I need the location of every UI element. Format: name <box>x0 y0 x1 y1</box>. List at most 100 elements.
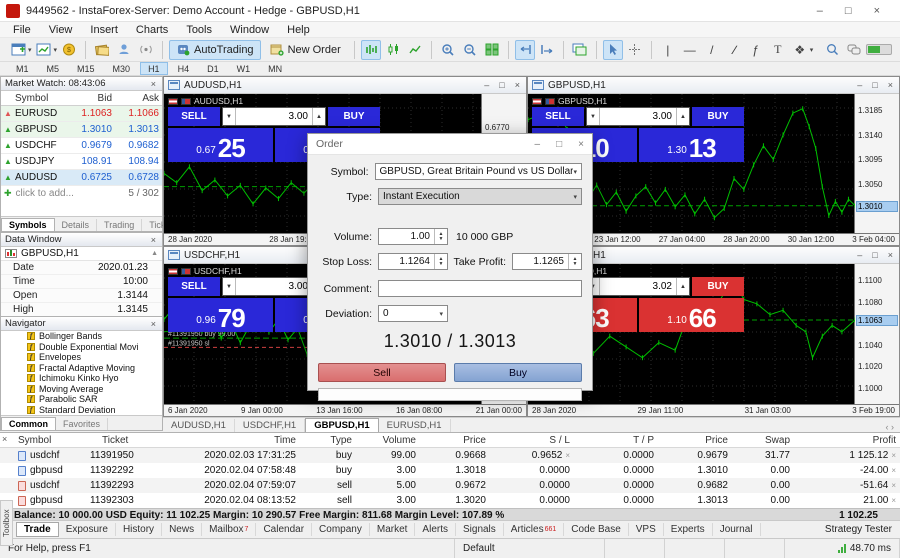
toolbox-vertical-tab[interactable]: Toolbox <box>0 500 13 546</box>
auto-scroll-icon[interactable] <box>515 40 535 60</box>
close-position-icon[interactable]: × <box>891 451 896 460</box>
market-watch-tab-details[interactable]: Details <box>55 219 98 231</box>
volume-decrease-icon[interactable]: ▼ <box>223 278 236 295</box>
new-chart-dropdown-icon[interactable]: ▾ <box>28 46 32 54</box>
menu-file[interactable]: File <box>4 24 40 36</box>
one-click-buy-button[interactable]: BUY <box>692 277 744 296</box>
navigator-item[interactable]: fStandard Deviation <box>1 405 162 416</box>
market-watch-close-icon[interactable]: × <box>149 79 158 89</box>
chart-close-button[interactable]: × <box>888 250 893 260</box>
timeframe-h1[interactable]: H1 <box>140 62 168 75</box>
navigator-item[interactable]: fIchimoku Kinko Hyo <box>1 373 162 384</box>
line-chart-mode-icon[interactable] <box>405 40 425 60</box>
chart-tab-usdchf[interactable]: USDCHF,H1 <box>235 419 305 432</box>
deviation-select[interactable]: 0 ▾ <box>378 305 448 322</box>
market-watch-tab-symbols[interactable]: Symbols <box>1 218 55 231</box>
chart-close-button[interactable]: × <box>515 80 520 90</box>
data-window-header[interactable]: Data Window × <box>1 233 162 247</box>
position-row-11391950[interactable]: usdchf113919502020.02.03 17:31:25buy99.0… <box>0 448 900 463</box>
market-books-icon[interactable] <box>92 40 112 60</box>
shapes-tool-icon[interactable]: ❖ <box>790 40 810 60</box>
navigator-item[interactable]: fDouble Exponential Movi <box>1 342 162 353</box>
status-profile[interactable]: Default <box>455 539 605 558</box>
trendline-tool-icon[interactable]: / <box>702 40 722 60</box>
buy-price-display[interactable]: 1.3013 <box>639 128 744 162</box>
navigator-item[interactable]: fMoving Average <box>1 384 162 395</box>
take-profit-input[interactable]: 1.1265 ▲▼ <box>512 253 582 270</box>
chart-window-titlebar[interactable]: GBPUSD,H1–□× <box>528 77 899 94</box>
sell-price-display[interactable]: 0.9679 <box>168 298 273 332</box>
data-window-close-icon[interactable]: × <box>149 235 158 245</box>
timeframe-m1[interactable]: M1 <box>8 62 37 75</box>
market-watch-header[interactable]: Market Watch: 08:43:06 × <box>1 77 162 91</box>
tile-windows-icon[interactable] <box>482 40 502 60</box>
chart-close-button[interactable]: × <box>888 80 893 90</box>
one-click-buy-button[interactable]: BUY <box>328 107 380 126</box>
market-watch-row-eurusd[interactable]: ▲EURUSD1.10631.1066 <box>1 106 162 122</box>
horizontal-line-tool-icon[interactable]: — <box>680 40 700 60</box>
chart-tab-eurusd[interactable]: EURUSD,H1 <box>379 419 451 432</box>
volume-input[interactable]: 1.00 ▲▼ <box>378 228 448 245</box>
volume-increase-icon[interactable]: ▲ <box>676 108 689 125</box>
crosshair-tool-icon[interactable] <box>625 40 645 60</box>
navigator-close-icon[interactable]: × <box>149 319 158 329</box>
position-row-11392293[interactable]: usdchf113922932020.02.04 07:59:07sell5.0… <box>0 478 900 493</box>
toolbox-tab-alerts[interactable]: Alerts <box>415 523 456 536</box>
shapes-dropdown-icon[interactable]: ▾ <box>810 46 814 54</box>
market-watch-add-row[interactable]: ✚ click to add... 5 / 302 <box>1 186 162 201</box>
spinner-buttons[interactable]: ▲▼ <box>568 254 581 269</box>
toolbox-tab-articles[interactable]: Articles661 <box>504 523 564 536</box>
toolbox-tab-trade[interactable]: Trade <box>16 522 59 537</box>
navigator-item[interactable]: fParabolic SAR <box>1 394 162 405</box>
buy-button[interactable]: Buy <box>454 363 582 382</box>
one-click-volume-input[interactable]: ▼3.00▲ <box>586 107 690 126</box>
toolbox-tab-signals[interactable]: Signals <box>456 523 504 536</box>
position-row-11392292[interactable]: gbpusd113922922020.02.04 07:58:48buy3.00… <box>0 463 900 478</box>
type-select[interactable]: Instant Execution ▾ <box>378 188 582 205</box>
chart-maximize-button[interactable]: □ <box>872 80 877 90</box>
menu-view[interactable]: View <box>40 24 82 36</box>
timeframe-m30[interactable]: M30 <box>105 62 139 75</box>
chart-tab-gbpusd[interactable]: GBPUSD,H1 <box>305 418 378 432</box>
volume-decrease-icon[interactable]: ▼ <box>587 108 600 125</box>
navigator-header[interactable]: Navigator × <box>1 317 162 331</box>
timeframe-h4[interactable]: H4 <box>170 62 198 75</box>
menu-help[interactable]: Help <box>278 24 319 36</box>
timeframe-w1[interactable]: W1 <box>229 62 259 75</box>
text-tool-icon[interactable]: T <box>768 40 788 60</box>
time-axis[interactable]: 6 Jan 20209 Jan 00:0013 Jan 16:0016 Jan … <box>164 404 526 416</box>
one-click-buy-button[interactable]: BUY <box>692 107 744 126</box>
order-dialog-titlebar[interactable]: Order – □ × <box>308 134 592 155</box>
close-position-icon[interactable]: × <box>891 481 896 490</box>
toolbox-tab-journal[interactable]: Journal <box>713 523 761 536</box>
navigator-tab-favorites[interactable]: Favorites <box>56 418 108 430</box>
menu-insert[interactable]: Insert <box>81 24 127 36</box>
minimize-button[interactable]: – <box>817 1 823 21</box>
toolbox-tab-news[interactable]: News <box>162 523 202 536</box>
market-watch-row-usdchf[interactable]: ▲USDCHF0.96790.9682 <box>1 138 162 154</box>
fibonacci-tool-icon[interactable]: ƒ <box>746 40 766 60</box>
vertical-line-tool-icon[interactable]: | <box>658 40 678 60</box>
chart-minimize-button[interactable]: – <box>857 250 862 260</box>
close-position-icon[interactable]: × <box>891 466 896 475</box>
toolbox-tab-market[interactable]: Market <box>370 523 416 536</box>
new-chart-icon[interactable] <box>8 40 28 60</box>
timeframe-mn[interactable]: MN <box>260 62 290 75</box>
chart-window-titlebar[interactable]: AUDUSD,H1–□× <box>164 77 526 94</box>
timeframe-m15[interactable]: M15 <box>69 62 103 75</box>
toolbox-tab-vps[interactable]: VPS <box>629 523 664 536</box>
market-watch-tab-trading[interactable]: Trading <box>97 219 142 231</box>
chart-maximize-button[interactable]: □ <box>872 250 877 260</box>
one-click-sell-button[interactable]: SELL <box>168 107 220 126</box>
chat-icon[interactable] <box>844 40 864 60</box>
navigator-item[interactable]: fFractal Adaptive Moving <box>1 363 162 374</box>
cursor-tool-icon[interactable] <box>603 40 623 60</box>
candlestick-mode-icon[interactable] <box>383 40 403 60</box>
profiles-dropdown-icon[interactable]: ▾ <box>54 46 58 54</box>
history-center-icon[interactable]: $ <box>59 40 79 60</box>
chart-maximize-button[interactable]: □ <box>499 80 504 90</box>
one-click-volume-input[interactable]: ▼3.02▲ <box>586 277 690 296</box>
position-row-11392303[interactable]: gbpusd113923032020.02.04 08:13:52sell3.0… <box>0 493 900 508</box>
chart-minimize-button[interactable]: – <box>857 80 862 90</box>
market-watch-row-audusd[interactable]: ▲AUDUSD0.67250.6728 <box>1 170 162 186</box>
